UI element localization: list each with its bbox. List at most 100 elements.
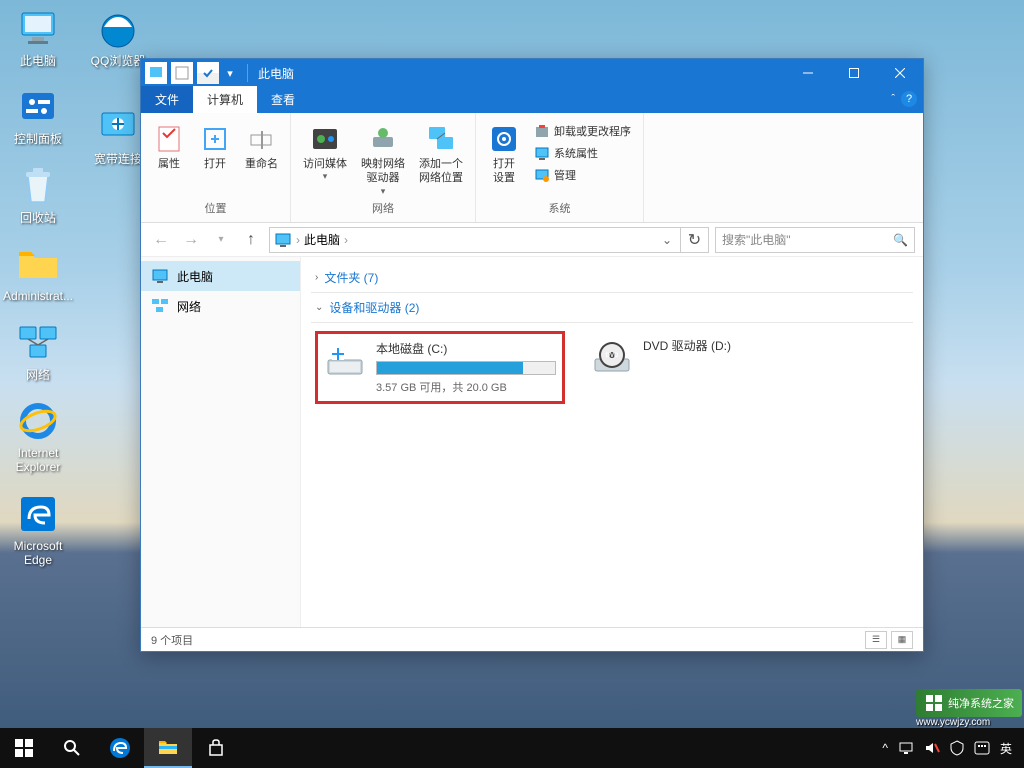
drive-info: 本地磁盘 (C:) 3.57 GB 可用，共 20.0 GB (376, 340, 556, 395)
desktop-icon-edge[interactable]: Microsoft Edge (2, 493, 74, 568)
forward-button[interactable]: → (179, 228, 203, 252)
uninstall-button[interactable]: 卸载或更改程序 (530, 121, 635, 141)
manage-icon (534, 167, 550, 183)
search-button[interactable] (48, 728, 96, 768)
nav-item-this-pc[interactable]: 此电脑 (141, 261, 300, 291)
tab-computer[interactable]: 计算机 (193, 86, 257, 113)
quick-access-toolbar: ▾ (141, 62, 241, 84)
content-pane[interactable]: › 文件夹 (7) ⌄ 设备和驱动器 (2) 本地磁盘 (C:) 3.57 GB… (301, 257, 923, 627)
system-tray[interactable]: ^ 英 (874, 740, 1020, 757)
address-bar: ← → ▾ ↑ › 此电脑 › ⌄ ↻ 搜索"此电脑" 🔍 (141, 223, 923, 257)
pc-icon (17, 8, 59, 50)
taskbar-explorer[interactable] (144, 728, 192, 768)
ie-icon (17, 400, 59, 442)
desktop-icon-control-panel[interactable]: 控制面板 (2, 86, 74, 146)
svg-text:DVD: DVD (606, 353, 619, 359)
up-button[interactable]: ↑ (239, 228, 263, 252)
group-label: 文件夹 (7) (324, 269, 378, 286)
folders-group-header[interactable]: › 文件夹 (7) (311, 263, 913, 293)
help-icon[interactable]: ? (901, 91, 917, 107)
close-button[interactable] (877, 59, 923, 87)
desktop-icon-label: 网络 (2, 368, 74, 382)
desktop-icon-this-pc[interactable]: 此电脑 (2, 8, 74, 68)
view-mode-buttons: ☰ ▦ (865, 631, 913, 649)
ime-lang-indicator[interactable]: 英 (1000, 740, 1012, 757)
start-button[interactable] (0, 728, 48, 768)
dvd-icon: DVD (591, 337, 633, 379)
recent-dropdown[interactable]: ▾ (209, 228, 233, 252)
volume-tray-icon[interactable] (924, 741, 940, 755)
group-label: 系统 (484, 200, 635, 218)
desktop-icon-label: Administrat... (2, 289, 74, 303)
qat-dropdown[interactable]: ▾ (223, 62, 237, 84)
add-location-icon (425, 123, 457, 155)
drive-capacity-bar (376, 361, 556, 375)
status-bar: 9 个项目 ☰ ▦ (141, 627, 923, 651)
button-label: 重命名 (245, 157, 278, 171)
group-label: 位置 (149, 200, 282, 218)
taskbar[interactable]: ^ 英 (0, 728, 1024, 768)
minimize-button[interactable] (785, 59, 831, 87)
sys-props-icon (534, 145, 550, 161)
desktop-icon-label: 回收站 (2, 211, 74, 225)
hdd-icon (324, 340, 366, 382)
rename-button[interactable]: 重命名 (241, 121, 282, 173)
search-input[interactable]: 搜索"此电脑" 🔍 (715, 227, 915, 253)
details-view-button[interactable]: ☰ (865, 631, 887, 649)
open-button[interactable]: 打开 (195, 121, 235, 173)
breadcrumb-item[interactable]: 此电脑 (304, 231, 340, 248)
tiles-view-button[interactable]: ▦ (891, 631, 913, 649)
security-tray-icon[interactable] (950, 740, 964, 756)
titlebar[interactable]: ▾ 此电脑 (141, 59, 923, 87)
maximize-button[interactable] (831, 59, 877, 87)
tab-file[interactable]: 文件 (141, 86, 193, 113)
breadcrumb-sep: › (344, 233, 348, 247)
ribbon-collapse-icon[interactable]: ˆ (891, 93, 895, 105)
desktop-icon-recycle-bin[interactable]: 回收站 (2, 165, 74, 225)
drive-name: 本地磁盘 (C:) (376, 340, 556, 357)
ime-tray-icon[interactable] (974, 741, 990, 755)
button-label: 卸载或更改程序 (554, 123, 631, 139)
drive-c[interactable]: 本地磁盘 (C:) 3.57 GB 可用，共 20.0 GB (315, 331, 565, 404)
breadcrumb-bar[interactable]: › 此电脑 › ⌄ (269, 227, 681, 253)
recycle-bin-icon (17, 165, 59, 207)
qq-browser-icon (97, 8, 139, 50)
add-location-button[interactable]: 添加一个 网络位置 (415, 121, 467, 188)
breadcrumb-sep: › (296, 233, 300, 247)
pc-icon (151, 267, 169, 285)
group-label: 网络 (299, 200, 467, 218)
watermark-badge: 纯净系统之家 (916, 689, 1022, 717)
uninstall-icon (534, 123, 550, 139)
qat-properties-icon[interactable] (197, 62, 219, 84)
explorer-window: ▾ 此电脑 文件 计算机 查看 ˆ ? 属性 打开 (140, 58, 924, 652)
refresh-button[interactable]: ↻ (681, 227, 709, 253)
back-button[interactable]: ← (149, 228, 173, 252)
explorer-body: 此电脑 网络 › 文件夹 (7) ⌄ 设备和驱动器 (2) 本地磁盘 (C:) (141, 257, 923, 627)
window-title: 此电脑 (254, 65, 785, 82)
desktop-icon-ie[interactable]: Internet Explorer (2, 400, 74, 475)
manage-button[interactable]: 管理 (530, 165, 635, 185)
desktop-icon-label: 此电脑 (2, 54, 74, 68)
breadcrumb-dropdown[interactable]: ⌄ (658, 233, 676, 247)
network-tray-icon[interactable] (898, 741, 914, 755)
nav-item-network[interactable]: 网络 (141, 291, 300, 321)
network-icon (17, 322, 59, 364)
taskbar-edge[interactable] (96, 728, 144, 768)
access-media-button[interactable]: 访问媒体 ▾ (299, 121, 351, 184)
map-drive-button[interactable]: 映射网络 驱动器 ▾ (357, 121, 409, 199)
desktop-icon-admin-folder[interactable]: Administrat... (2, 243, 74, 303)
taskbar-store[interactable] (192, 728, 240, 768)
desktop: 此电脑 控制面板 回收站 Administrat... 网络 Internet … (0, 0, 140, 586)
system-properties-button[interactable]: 系统属性 (530, 143, 635, 163)
tray-chevron-icon[interactable]: ^ (882, 741, 888, 755)
qat-icon[interactable] (145, 62, 167, 84)
open-settings-button[interactable]: 打开 设置 (484, 121, 524, 188)
qat-icon[interactable] (171, 62, 193, 84)
drives-group-header[interactable]: ⌄ 设备和驱动器 (2) (311, 293, 913, 323)
properties-button[interactable]: 属性 (149, 121, 189, 173)
drive-d[interactable]: DVD DVD 驱动器 (D:) (585, 331, 835, 385)
search-icon: 🔍 (893, 233, 908, 247)
drive-info: DVD 驱动器 (D:) (643, 337, 829, 379)
desktop-icon-network[interactable]: 网络 (2, 322, 74, 382)
tab-view[interactable]: 查看 (257, 86, 309, 113)
